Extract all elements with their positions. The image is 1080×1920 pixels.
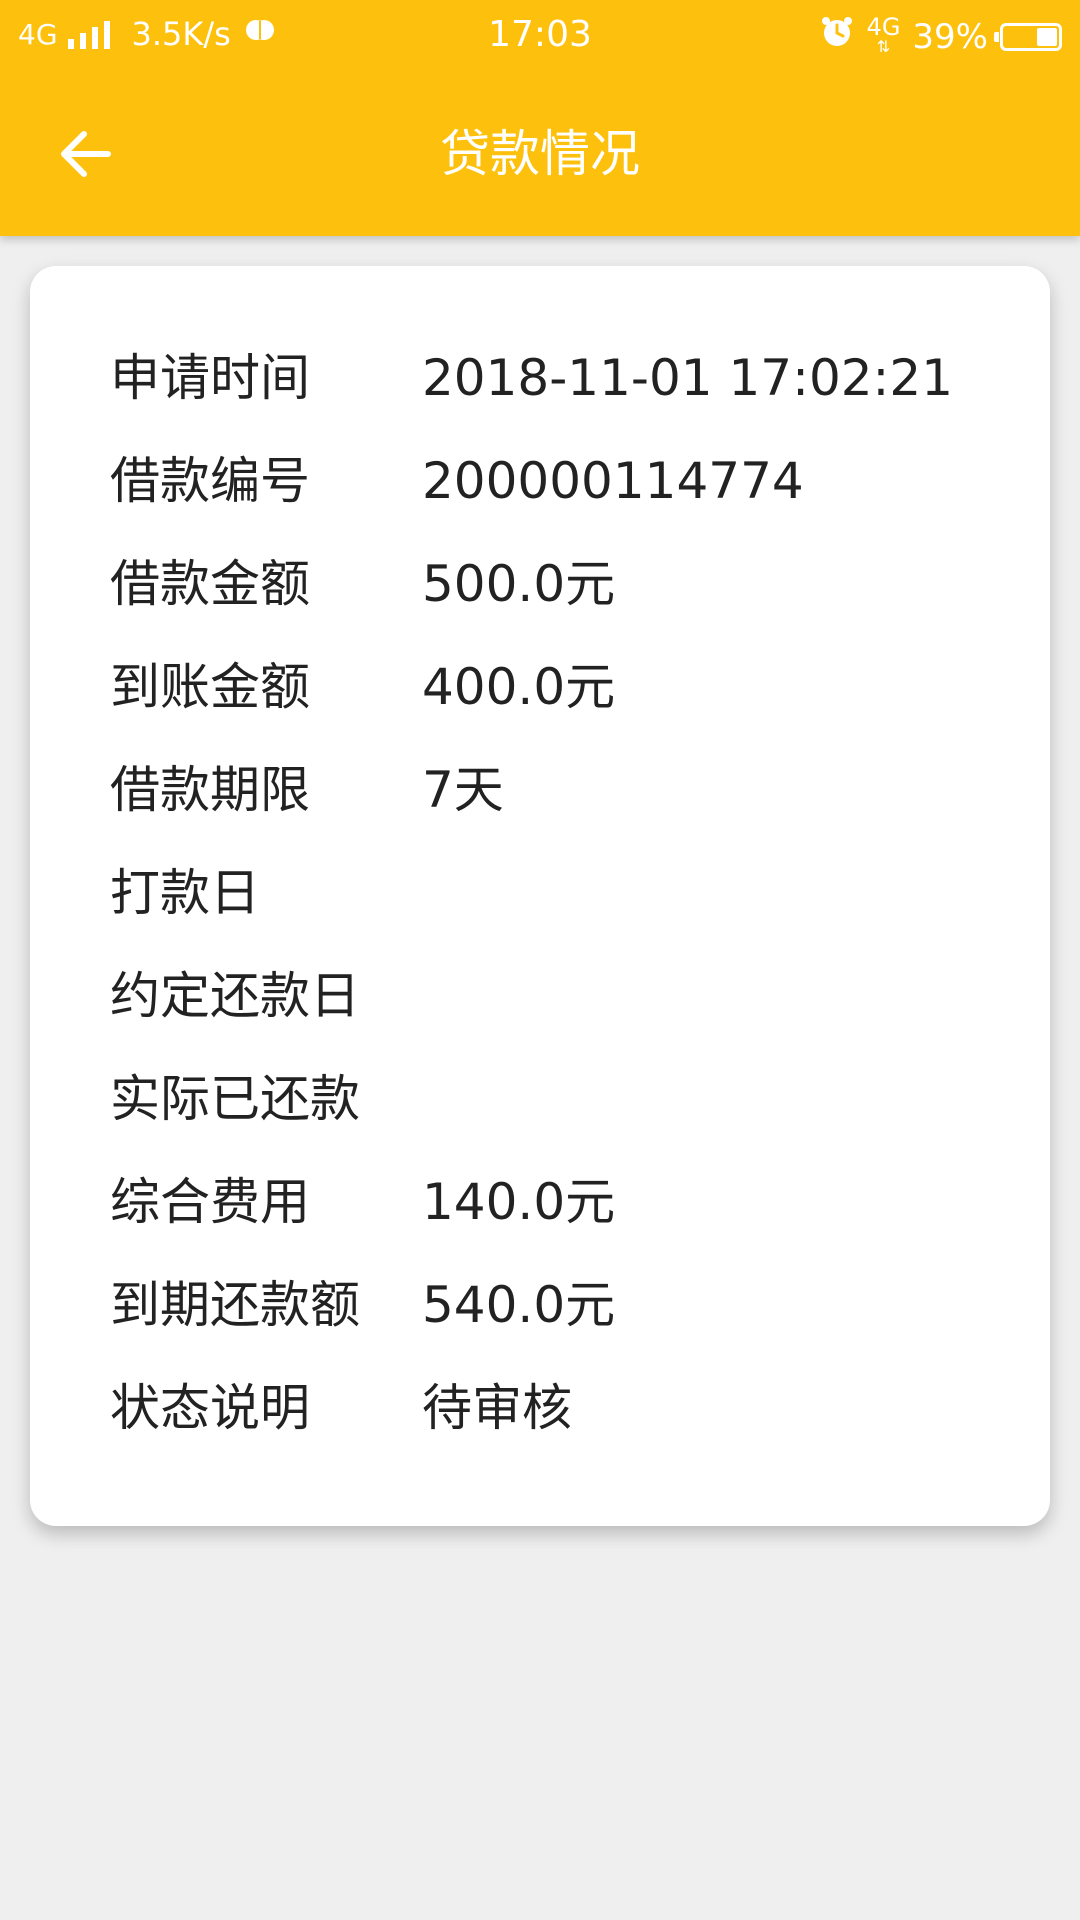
battery-level-fill	[1037, 27, 1057, 46]
detail-row-due-amount: 到期还款额 540.0元	[110, 1269, 990, 1372]
data-network-indicator: 4G ⇅	[866, 12, 901, 57]
detail-row-loan-amount: 借款金额 500.0元	[110, 548, 990, 651]
detail-value: 7天	[422, 761, 504, 819]
detail-value: 540.0元	[422, 1276, 616, 1334]
detail-value: 待审核	[422, 1379, 572, 1437]
detail-row-disbursement-date: 打款日	[110, 857, 990, 960]
detail-label: 综合费用	[110, 1173, 310, 1231]
page-title: 贷款情况	[440, 125, 640, 183]
top-app-bar: 4G 3.5K/s 17:03 4G ⇅ 39% 贷款情况	[0, 0, 1080, 236]
loan-details-card: 申请时间 2018-11-01 17:02:21 借款编号 2000001147…	[30, 266, 1050, 1526]
detail-value: 140.0元	[422, 1173, 616, 1231]
details-list: 申请时间 2018-11-01 17:02:21 借款编号 2000001147…	[110, 342, 990, 1475]
status-right: 4G ⇅ 39%	[819, 14, 1062, 59]
alarm-icon	[819, 14, 855, 59]
detail-label: 约定还款日	[110, 967, 360, 1025]
detail-label: 到期还款额	[110, 1276, 360, 1334]
detail-value: 500.0元	[422, 555, 616, 613]
status-bar: 4G 3.5K/s 17:03 4G ⇅ 39%	[0, 0, 1080, 72]
detail-value: 200000114774	[422, 452, 804, 510]
detail-label: 申请时间	[110, 349, 310, 407]
detail-row-actual-repaid: 实际已还款	[110, 1063, 990, 1166]
detail-label: 打款日	[110, 864, 260, 922]
data-network-type: 4G	[866, 12, 901, 41]
detail-label: 实际已还款	[110, 1070, 360, 1128]
detail-row-status: 状态说明 待审核	[110, 1372, 990, 1475]
detail-row-loan-number: 借款编号 200000114774	[110, 445, 990, 548]
detail-label: 到账金额	[110, 658, 310, 716]
detail-row-apply-time: 申请时间 2018-11-01 17:02:21	[110, 342, 990, 445]
detail-row-total-fees: 综合费用 140.0元	[110, 1166, 990, 1269]
detail-row-agreed-repayment-date: 约定还款日	[110, 960, 990, 1063]
detail-row-loan-term: 借款期限 7天	[110, 754, 990, 857]
detail-row-received-amount: 到账金额 400.0元	[110, 651, 990, 754]
detail-label: 借款编号	[110, 452, 310, 510]
detail-label: 借款金额	[110, 555, 310, 613]
detail-value: 400.0元	[422, 658, 616, 716]
battery-percent: 39%	[912, 16, 988, 57]
detail-label: 借款期限	[110, 761, 310, 819]
data-transfer-icon: ⇅	[876, 36, 891, 56]
detail-value: 2018-11-01 17:02:21	[422, 349, 954, 407]
detail-label: 状态说明	[110, 1379, 310, 1437]
battery-icon	[994, 22, 1062, 51]
